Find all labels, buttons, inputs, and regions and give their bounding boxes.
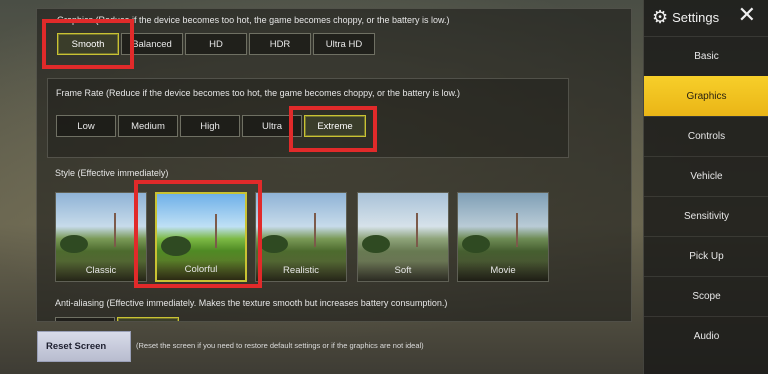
- frame-rate-option-low[interactable]: Low: [56, 115, 116, 137]
- close-icon[interactable]: ✕: [738, 4, 756, 26]
- settings-title: Settings: [672, 9, 720, 25]
- tower-decoration: [416, 213, 418, 247]
- highlight-graphics-smooth: [42, 19, 134, 69]
- tree-decoration: [362, 235, 390, 253]
- graphics-option-hdr[interactable]: HDR: [249, 33, 311, 55]
- sidebar-item-vehicle[interactable]: Vehicle: [644, 156, 768, 196]
- tree-decoration: [462, 235, 490, 253]
- sidebar-item-basic[interactable]: Basic: [644, 36, 768, 76]
- sidebar-item-pick-up[interactable]: Pick Up: [644, 236, 768, 276]
- style-caption-movie: Movie: [458, 261, 548, 281]
- tree-decoration: [260, 235, 288, 253]
- highlight-style-colorful: [134, 180, 262, 288]
- style-option-realistic[interactable]: Realistic: [255, 192, 347, 282]
- settings-sidebar: ⚙ Settings ✕ Basic Graphics Controls Veh…: [643, 0, 768, 374]
- reset-screen-button[interactable]: Reset Screen: [37, 331, 131, 362]
- tree-decoration: [60, 235, 88, 253]
- sidebar-item-graphics[interactable]: Graphics: [644, 76, 768, 116]
- graphics-option-ultra-hd[interactable]: Ultra HD: [313, 33, 375, 55]
- sidebar-item-sensitivity[interactable]: Sensitivity: [644, 196, 768, 236]
- anti-aliasing-option-on[interactable]: [117, 317, 179, 321]
- tower-decoration: [114, 213, 116, 247]
- sidebar-item-controls[interactable]: Controls: [644, 116, 768, 156]
- style-caption-soft: Soft: [358, 261, 448, 281]
- style-label: Style (Effective immediately): [55, 168, 169, 178]
- style-caption-realistic: Realistic: [256, 261, 346, 281]
- gear-icon: ⚙: [652, 6, 669, 27]
- graphics-option-hd[interactable]: HD: [185, 33, 247, 55]
- tower-decoration: [516, 213, 518, 247]
- frame-rate-option-high[interactable]: High: [180, 115, 240, 137]
- frame-rate-label: Frame Rate (Reduce if the device becomes…: [56, 88, 461, 98]
- frame-rate-option-medium[interactable]: Medium: [118, 115, 178, 137]
- settings-header: ⚙ Settings: [652, 6, 719, 28]
- anti-aliasing-option-off[interactable]: [55, 317, 115, 321]
- sidebar-item-audio[interactable]: Audio: [644, 316, 768, 356]
- anti-aliasing-label: Anti-aliasing (Effective immediately. Ma…: [55, 298, 448, 308]
- style-option-soft[interactable]: Soft: [357, 192, 449, 282]
- tower-decoration: [314, 213, 316, 247]
- reset-screen-label: Reset Screen: [46, 341, 107, 352]
- reset-screen-note: (Reset the screen if you need to restore…: [136, 341, 424, 350]
- highlight-frame-rate-extreme: [289, 106, 377, 152]
- style-option-movie[interactable]: Movie: [457, 192, 549, 282]
- style-caption-classic: Classic: [56, 261, 146, 281]
- sidebar-item-scope[interactable]: Scope: [644, 276, 768, 316]
